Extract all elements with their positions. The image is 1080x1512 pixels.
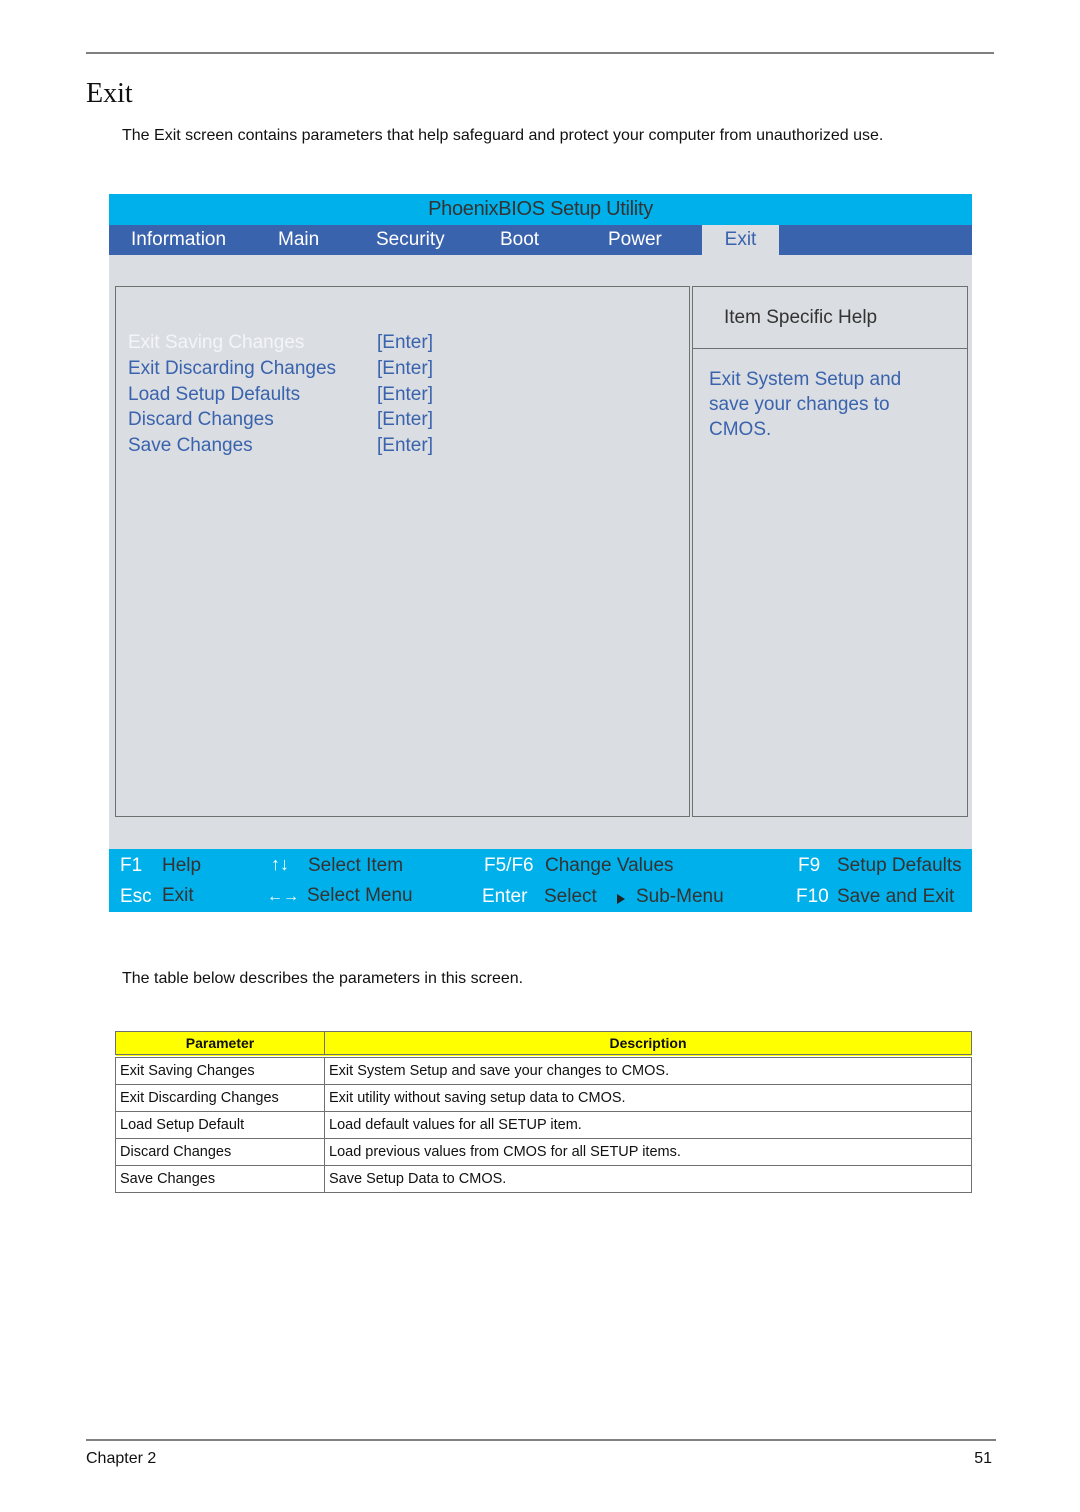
menu-item-exit-saving-changes[interactable]: Exit Saving Changes [Enter] [128,332,688,358]
tab-main[interactable]: Main [278,225,319,255]
bios-menu-bar: Information Main Security Boot Power Exi… [109,225,972,255]
menu-item-label: Load Setup Defaults [128,384,301,405]
key-f10: F10 [796,886,829,907]
header-parameter: Parameter [115,1031,325,1058]
header-rule [86,52,994,54]
key-f9-desc: Setup Defaults [837,855,962,876]
header-description: Description [324,1031,972,1058]
bios-title: PhoenixBIOS Setup Utility [428,198,653,220]
parameter-cell: Load Setup Default [115,1111,325,1139]
page-title: Exit [86,78,133,109]
tab-information[interactable]: Information [131,225,226,255]
menu-item-value: [Enter] [377,409,433,430]
key-f5-f6-desc: Change Values [545,855,674,876]
footer-chapter: Chapter 2 [86,1450,157,1467]
key-esc-desc: Exit [162,885,194,906]
table-row: Exit Discarding Changes Exit utility wit… [115,1084,972,1112]
help-title: Item Specific Help [724,307,878,328]
bios-key-legend: F1 Help ↑↓ Select Item F5/F6 Change Valu… [109,849,972,912]
tab-exit[interactable]: Exit [702,225,779,255]
parameter-cell: Exit Saving Changes [115,1055,325,1085]
menu-item-value: [Enter] [377,358,433,379]
key-enter-desc: Select [544,886,597,907]
item-specific-help-panel: Item Specific Help Exit System Setup and… [692,286,968,817]
menu-item-discard-changes[interactable]: Discard Changes [Enter] [128,409,688,435]
footer-page-number: 51 [974,1450,992,1467]
select-menu-desc: Select Menu [307,885,413,906]
menu-item-save-changes[interactable]: Save Changes [Enter] [128,435,688,461]
parameter-cell: Discard Changes [115,1138,325,1166]
menu-item-value: [Enter] [377,384,433,405]
key-f1-desc: Help [162,855,202,876]
bios-title-bar: PhoenixBIOS Setup Utility [109,194,972,225]
parameter-cell: Save Changes [115,1165,325,1193]
table-row: Exit Saving Changes Exit System Setup an… [115,1055,972,1085]
key-f5-f6: F5/F6 [484,855,534,876]
up-down-arrows-icon: ↑↓ [271,854,289,874]
description-cell: Exit utility without saving setup data t… [324,1084,972,1112]
menu-item-label: Exit Discarding Changes [128,358,337,379]
menu-item-value: [Enter] [377,435,433,456]
description-cell: Exit System Setup and save your changes … [324,1055,972,1085]
intro-paragraph: The Exit screen contains parameters that… [122,127,884,144]
table-intro: The table below describes the parameters… [122,970,524,987]
menu-item-exit-discarding-changes[interactable]: Exit Discarding Changes [Enter] [128,358,688,384]
menu-item-load-setup-defaults[interactable]: Load Setup Defaults [Enter] [128,384,688,410]
key-esc: Esc [120,886,152,907]
table-row: Discard Changes Load previous values fro… [115,1138,972,1166]
table-row: Save Changes Save Setup Data to CMOS. [115,1165,972,1193]
select-item-desc: Select Item [308,855,404,876]
description-cell: Load previous values from CMOS for all S… [324,1138,972,1166]
help-text: Exit System Setup and save your changes … [709,369,902,440]
description-cell: Save Setup Data to CMOS. [324,1165,972,1193]
key-f9: F9 [798,855,821,876]
menu-item-label: Exit Saving Changes [128,332,305,353]
menu-item-label: Discard Changes [128,409,274,430]
description-cell: Load default values for all SETUP item. [324,1111,972,1139]
menu-items-panel: Exit Saving Changes [Enter] Exit Discard… [115,286,690,817]
menu-item-value: [Enter] [377,332,433,353]
key-f1: F1 [120,855,143,876]
submenu-triangle-icon [617,894,625,904]
key-f10-desc: Save and Exit [837,886,955,907]
table-row: Load Setup Default Load default values f… [115,1111,972,1139]
left-right-arrows-icon: ←→ [267,888,299,905]
submenu-desc: Sub-Menu [636,886,724,907]
parameter-cell: Exit Discarding Changes [115,1084,325,1112]
footer-rule [86,1439,996,1441]
menu-item-label: Save Changes [128,435,253,456]
bios-screenshot: PhoenixBIOS Setup Utility Information Ma… [109,194,972,912]
key-enter: Enter [482,886,528,907]
tab-security[interactable]: Security [376,225,445,255]
tab-power[interactable]: Power [608,225,662,255]
tab-boot[interactable]: Boot [500,225,539,255]
table-header-row: Parameter Description [115,1031,972,1058]
help-header: Item Specific Help [693,287,967,349]
parameter-table: Parameter Description Exit Saving Change… [115,1031,972,1193]
